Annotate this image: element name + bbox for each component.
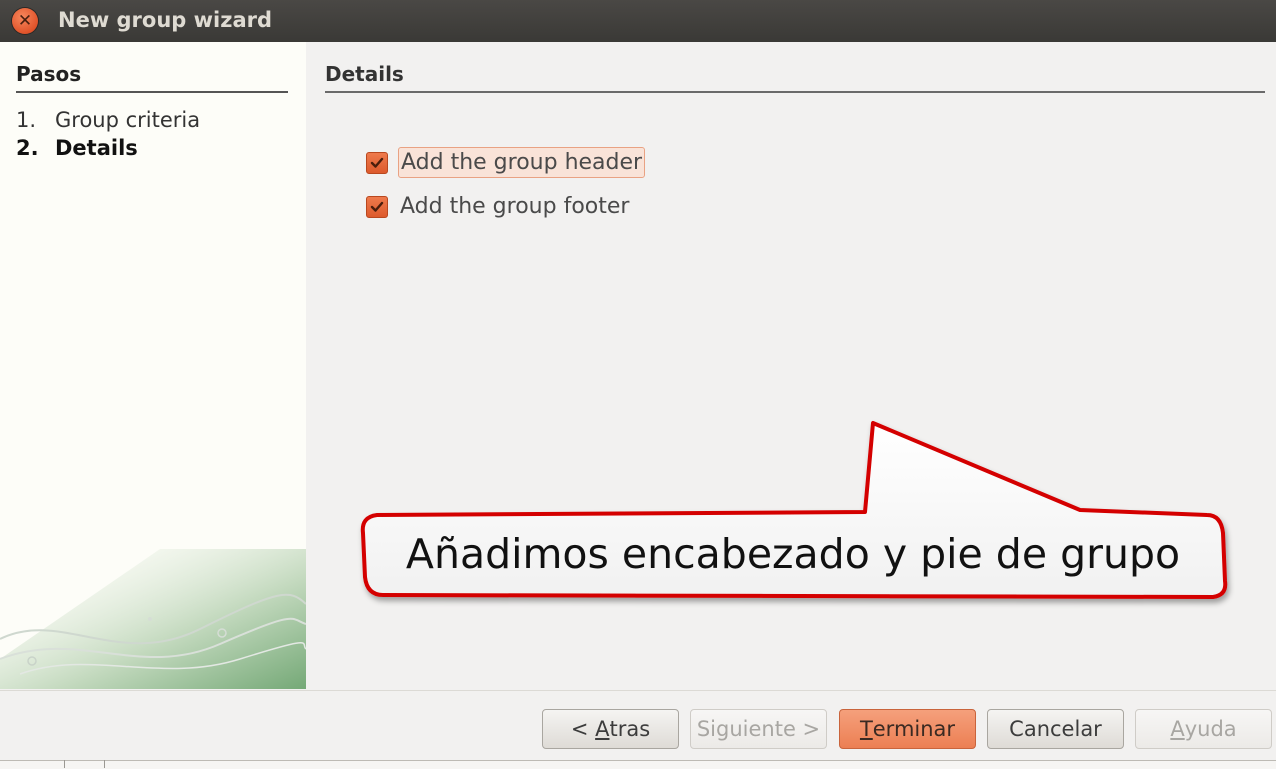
status-divider bbox=[64, 760, 65, 768]
step-number: 2. bbox=[16, 136, 39, 160]
annotation-callout bbox=[360, 421, 1228, 599]
window-titlebar: ✕ New group wizard bbox=[0, 0, 1276, 42]
help-button-label: yuda bbox=[1184, 717, 1237, 741]
next-button[interactable]: Siguiente > bbox=[690, 709, 827, 749]
status-divider bbox=[104, 760, 105, 768]
back-button-label: tras bbox=[609, 717, 651, 741]
back-button-prefix: < bbox=[570, 717, 596, 741]
step-number: 1. bbox=[16, 108, 37, 132]
step-label: Details bbox=[55, 136, 138, 160]
group-footer-option[interactable]: Add the group footer bbox=[366, 192, 631, 221]
steps-panel: Pasos 1. Group criteria 2. Details bbox=[0, 42, 306, 689]
group-header-checkbox[interactable] bbox=[366, 151, 388, 174]
group-header-label[interactable]: Add the group header bbox=[398, 147, 646, 178]
finish-button-label: erminar bbox=[872, 717, 956, 741]
help-button-mnemonic: A bbox=[1170, 717, 1185, 741]
step-label: Group criteria bbox=[55, 108, 201, 132]
finish-button-mnemonic: T bbox=[859, 717, 873, 741]
back-button[interactable]: < Atras bbox=[542, 709, 679, 749]
group-header-option[interactable]: Add the group header bbox=[366, 147, 646, 178]
step-item-group-criteria: 1. Group criteria bbox=[16, 108, 200, 132]
checkmark-icon bbox=[370, 157, 384, 168]
group-footer-label[interactable]: Add the group footer bbox=[398, 192, 631, 221]
decorative-swirl-graphic bbox=[0, 549, 306, 689]
details-heading: Details bbox=[325, 62, 1265, 93]
finish-button[interactable]: Terminar bbox=[839, 709, 976, 749]
checkmark-icon bbox=[370, 201, 384, 212]
steps-heading: Pasos bbox=[16, 62, 288, 93]
back-button-mnemonic: A bbox=[595, 717, 610, 741]
window-title: New group wizard bbox=[58, 8, 273, 32]
step-item-details: 2. Details bbox=[16, 136, 138, 160]
group-footer-checkbox[interactable] bbox=[366, 195, 388, 218]
button-bar: < Atras Siguiente > Terminar Cancelar Ay… bbox=[0, 690, 1276, 769]
close-icon[interactable]: ✕ bbox=[12, 8, 38, 34]
callout-text: Añadimos encabezado y pie de grupo bbox=[405, 530, 1181, 578]
cancel-button[interactable]: Cancelar bbox=[987, 709, 1124, 749]
help-button[interactable]: Ayuda bbox=[1135, 709, 1272, 749]
